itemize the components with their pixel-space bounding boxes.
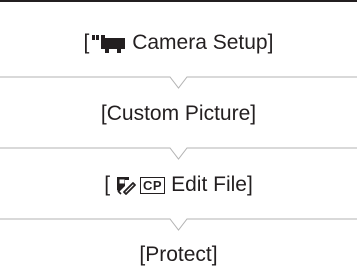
step-edit-file: [ CP Edit File ] — [0, 165, 357, 205]
step-label: Camera Setup — [126, 31, 268, 54]
step-camera-setup: [ Camera Setup ] — [0, 23, 357, 63]
cp-badge: CP — [140, 176, 166, 194]
camera-menu-icon — [92, 32, 126, 54]
step-label: Custom Picture — [106, 102, 251, 125]
step-custom-picture: [ Custom Picture ] — [0, 94, 357, 134]
step-label: Protect — [145, 243, 212, 266]
close-bracket: ] — [267, 31, 274, 54]
connector-1 — [0, 76, 357, 90]
close-bracket: ] — [250, 102, 257, 125]
top-rule — [0, 0, 357, 2]
connector-3 — [0, 218, 357, 232]
open-bracket: [ — [83, 31, 90, 54]
connector-2 — [0, 147, 357, 161]
menu-path-diagram: [ Camera Setup ] [ Custom Picture ] [CP… — [0, 0, 357, 277]
close-bracket: ] — [211, 243, 218, 266]
step-label: Edit File — [171, 173, 247, 196]
custom-picture-icon — [114, 175, 136, 195]
open-bracket: [ — [104, 173, 111, 196]
step-protect: [ Protect ] — [0, 235, 357, 275]
close-bracket: ] — [246, 173, 253, 196]
